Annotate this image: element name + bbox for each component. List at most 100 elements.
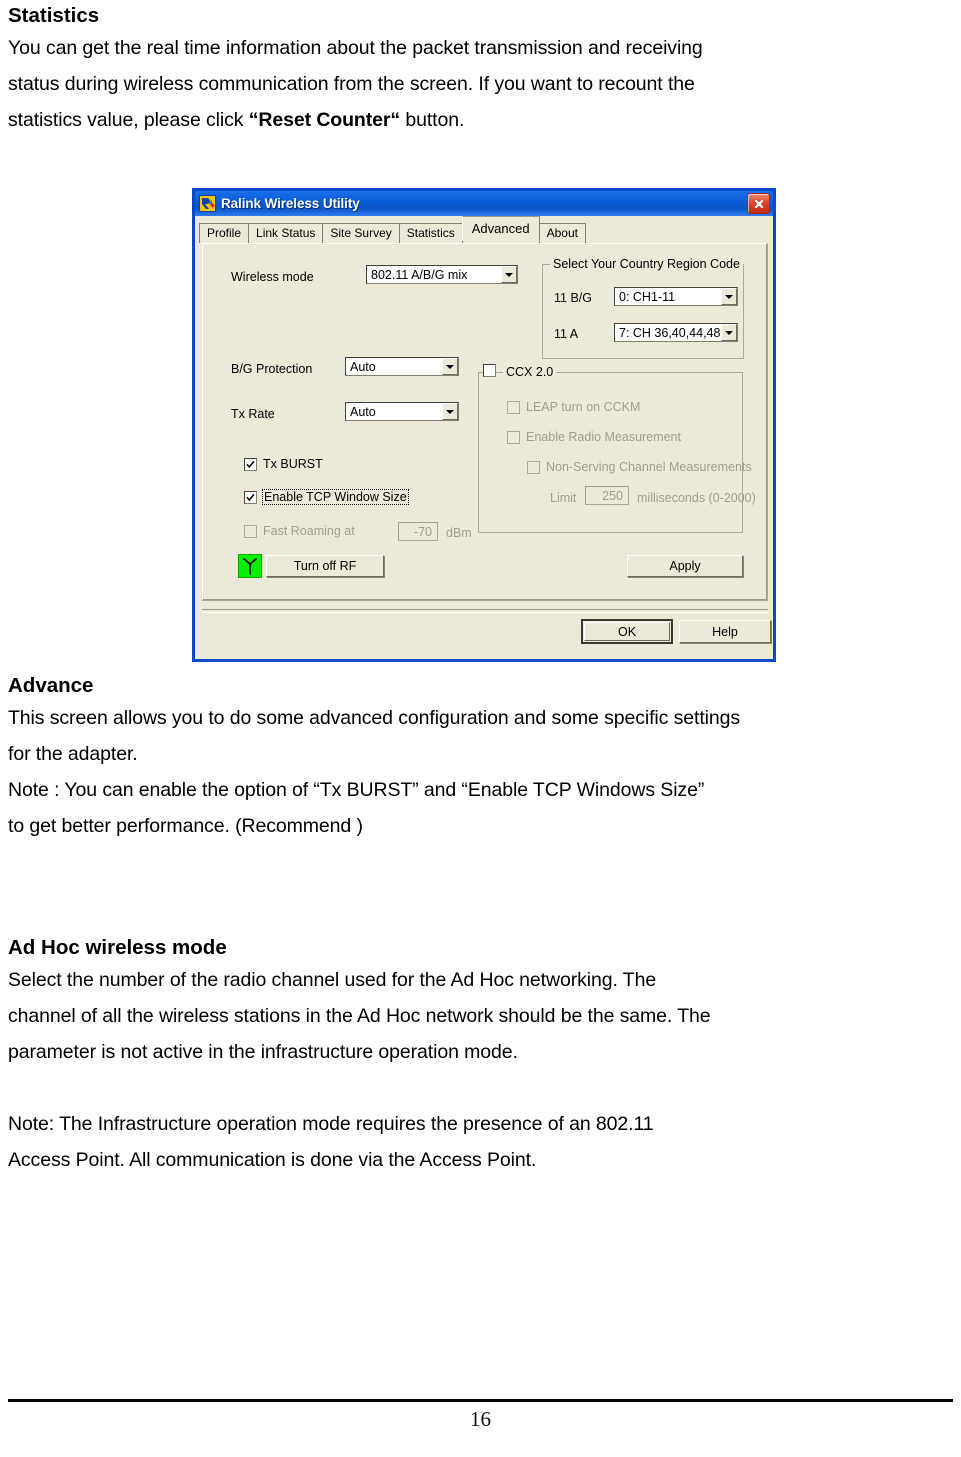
tx-burst-checkbox[interactable]: Tx BURST — [244, 457, 323, 471]
advance-note-line-2: to get better performance. (Recommend ) — [8, 815, 363, 837]
chevron-down-icon[interactable] — [721, 288, 737, 305]
statistics-line3-suffix: button. — [400, 109, 465, 131]
chevron-down-icon[interactable] — [442, 403, 458, 420]
empty-checkbox-icon — [527, 460, 540, 474]
wireless-mode-select[interactable]: 802.11 A/B/G mix — [366, 265, 518, 284]
rf-antenna-icon — [238, 554, 262, 578]
wireless-mode-value: 802.11 A/B/G mix — [371, 267, 468, 282]
apply-button[interactable]: Apply — [627, 555, 743, 577]
tab-strip-filler — [585, 239, 773, 241]
chevron-down-icon[interactable] — [442, 358, 458, 375]
tx-rate-label: Tx Rate — [231, 407, 275, 421]
ok-label: OK — [617, 624, 637, 639]
adhoc-section: Ad Hoc wireless mode Select the number o… — [8, 932, 953, 1178]
advanced-tab-panel: Wireless mode 802.11 A/B/G mix Select Yo… — [202, 243, 768, 601]
bg-protection-label: B/G Protection — [231, 362, 313, 376]
heading-advance: Advance — [8, 674, 94, 697]
statistics-paragraph-line-1: You can get the real time information ab… — [8, 37, 703, 59]
fast-roaming-unit-label: dBm — [446, 526, 472, 540]
empty-checkbox-icon — [507, 400, 520, 414]
adhoc-note-line-1: Note: The Infrastructure operation mode … — [8, 1113, 654, 1135]
tx-rate-select[interactable]: Auto — [345, 402, 459, 421]
close-icon[interactable] — [747, 193, 770, 214]
document-page: Statistics You can get the real time inf… — [0, 0, 961, 1457]
adhoc-spacer — [8, 1070, 953, 1106]
advance-line-2: for the adapter. — [8, 743, 138, 765]
enable-tcp-window-size-checkbox[interactable]: Enable TCP Window Size — [244, 489, 409, 505]
apply-label: Apply — [669, 559, 701, 573]
dialog-title: Ralink Wireless Utility — [221, 196, 360, 211]
tab-about[interactable]: About — [538, 223, 586, 243]
ralink-logo-icon — [199, 195, 216, 212]
advance-section: Advance This screen allows you to do som… — [8, 670, 953, 844]
non-serving-channel-measurements-checkbox[interactable]: Non-Serving Channel Measurements — [527, 460, 752, 474]
limit-value: 250 — [602, 488, 623, 503]
bg-protection-value: Auto — [350, 359, 376, 374]
region-11a-value: 7: CH 36,40,44,48,! — [619, 325, 721, 340]
statistics-line3-prefix: statistics value, please click — [8, 109, 249, 131]
limit-input[interactable]: 250 — [585, 486, 629, 505]
tab-strip: Profile Link Status Site Survey Statisti… — [199, 216, 773, 243]
fast-roaming-threshold-input[interactable]: -70 — [398, 522, 438, 541]
fast-roaming-label: Fast Roaming at — [263, 524, 355, 538]
ccx-group-title: CCX 2.0 — [503, 365, 557, 379]
heading-statistics: Statistics — [8, 4, 100, 27]
wireless-mode-label: Wireless mode — [231, 270, 314, 284]
help-button[interactable]: Help — [679, 620, 771, 643]
adhoc-note-line-2: Access Point. All communication is done … — [8, 1149, 537, 1171]
adhoc-line-1: Select the number of the radio channel u… — [8, 969, 657, 991]
region-11a-select[interactable]: 7: CH 36,40,44,48,! — [614, 323, 738, 342]
ok-button[interactable]: OK — [581, 619, 673, 644]
tx-rate-value: Auto — [350, 404, 376, 419]
enable-radio-measurement-label: Enable Radio Measurement — [526, 430, 681, 444]
page-number: 16 — [470, 1407, 491, 1431]
advance-note-line-1: Note : You can enable the option of “Tx … — [8, 779, 705, 801]
reset-counter-emphasis: “Reset Counter“ — [248, 109, 401, 131]
country-region-group: Select Your Country Region Code 11 B/G 0… — [542, 257, 744, 359]
leap-cckm-label: LEAP turn on CCKM — [526, 400, 641, 414]
bg-protection-select[interactable]: Auto — [345, 357, 459, 376]
chevron-down-icon[interactable] — [721, 324, 737, 341]
enable-tcp-window-size-label: Enable TCP Window Size — [262, 489, 409, 505]
tx-burst-label: Tx BURST — [263, 457, 323, 471]
region-11bg-value: 0: CH1-11 — [619, 289, 676, 304]
tab-statistics[interactable]: Statistics — [398, 223, 463, 243]
empty-checkbox-icon — [507, 430, 520, 444]
footer-divider — [8, 1399, 953, 1402]
empty-checkbox-icon — [244, 524, 257, 538]
prose-content: Statistics You can get the real time inf… — [8, 0, 953, 138]
statistics-paragraph-line-2: status during wireless communication fro… — [8, 73, 695, 95]
ralink-wireless-utility-dialog: Ralink Wireless Utility Profile Link Sta… — [192, 188, 776, 662]
dialog-titlebar: Ralink Wireless Utility — [195, 191, 773, 216]
checkmark-icon — [244, 490, 257, 504]
checkmark-icon — [244, 457, 257, 471]
empty-checkbox-icon — [483, 364, 496, 377]
fast-roaming-checkbox[interactable]: Fast Roaming at — [244, 524, 355, 538]
ccx-group: CCX 2.0 LEAP turn on CCKM Enable Radio M… — [478, 364, 756, 533]
non-serving-channel-measurements-label: Non-Serving Channel Measurements — [546, 460, 752, 474]
heading-ad-hoc-wireless-mode: Ad Hoc wireless mode — [8, 936, 227, 959]
turn-off-rf-label: Turn off RF — [293, 559, 357, 573]
chevron-down-icon[interactable] — [501, 266, 517, 283]
adhoc-line-3: parameter is not active in the infrastru… — [8, 1041, 518, 1063]
region-11bg-select[interactable]: 0: CH1-11 — [614, 287, 738, 306]
advance-line-1: This screen allows you to do some advanc… — [8, 707, 741, 729]
leap-cckm-checkbox[interactable]: LEAP turn on CCKM — [507, 400, 640, 414]
tab-profile[interactable]: Profile — [199, 223, 250, 243]
country-region-group-title: Select Your Country Region Code — [550, 257, 743, 271]
fast-roaming-threshold-value: -70 — [413, 524, 432, 539]
dialog-footer-divider — [202, 609, 768, 613]
statistics-paragraph-line-3: statistics value, please click “Reset Co… — [8, 102, 953, 138]
region-11a-label: 11 A — [554, 327, 579, 341]
help-label: Help — [712, 624, 738, 639]
ccx-enable-checkbox[interactable] — [483, 364, 496, 377]
tab-site-survey[interactable]: Site Survey — [322, 223, 400, 243]
limit-label: Limit — [550, 491, 577, 505]
tab-advanced[interactable]: Advanced — [461, 216, 540, 241]
tab-link-status[interactable]: Link Status — [248, 223, 324, 243]
adhoc-line-2: channel of all the wireless stations in … — [8, 1005, 711, 1027]
region-11bg-label: 11 B/G — [554, 291, 592, 305]
limit-unit-label: milliseconds (0-2000) — [637, 491, 756, 505]
turn-off-rf-button[interactable]: Turn off RF — [266, 555, 384, 577]
enable-radio-measurement-checkbox[interactable]: Enable Radio Measurement — [507, 430, 681, 444]
